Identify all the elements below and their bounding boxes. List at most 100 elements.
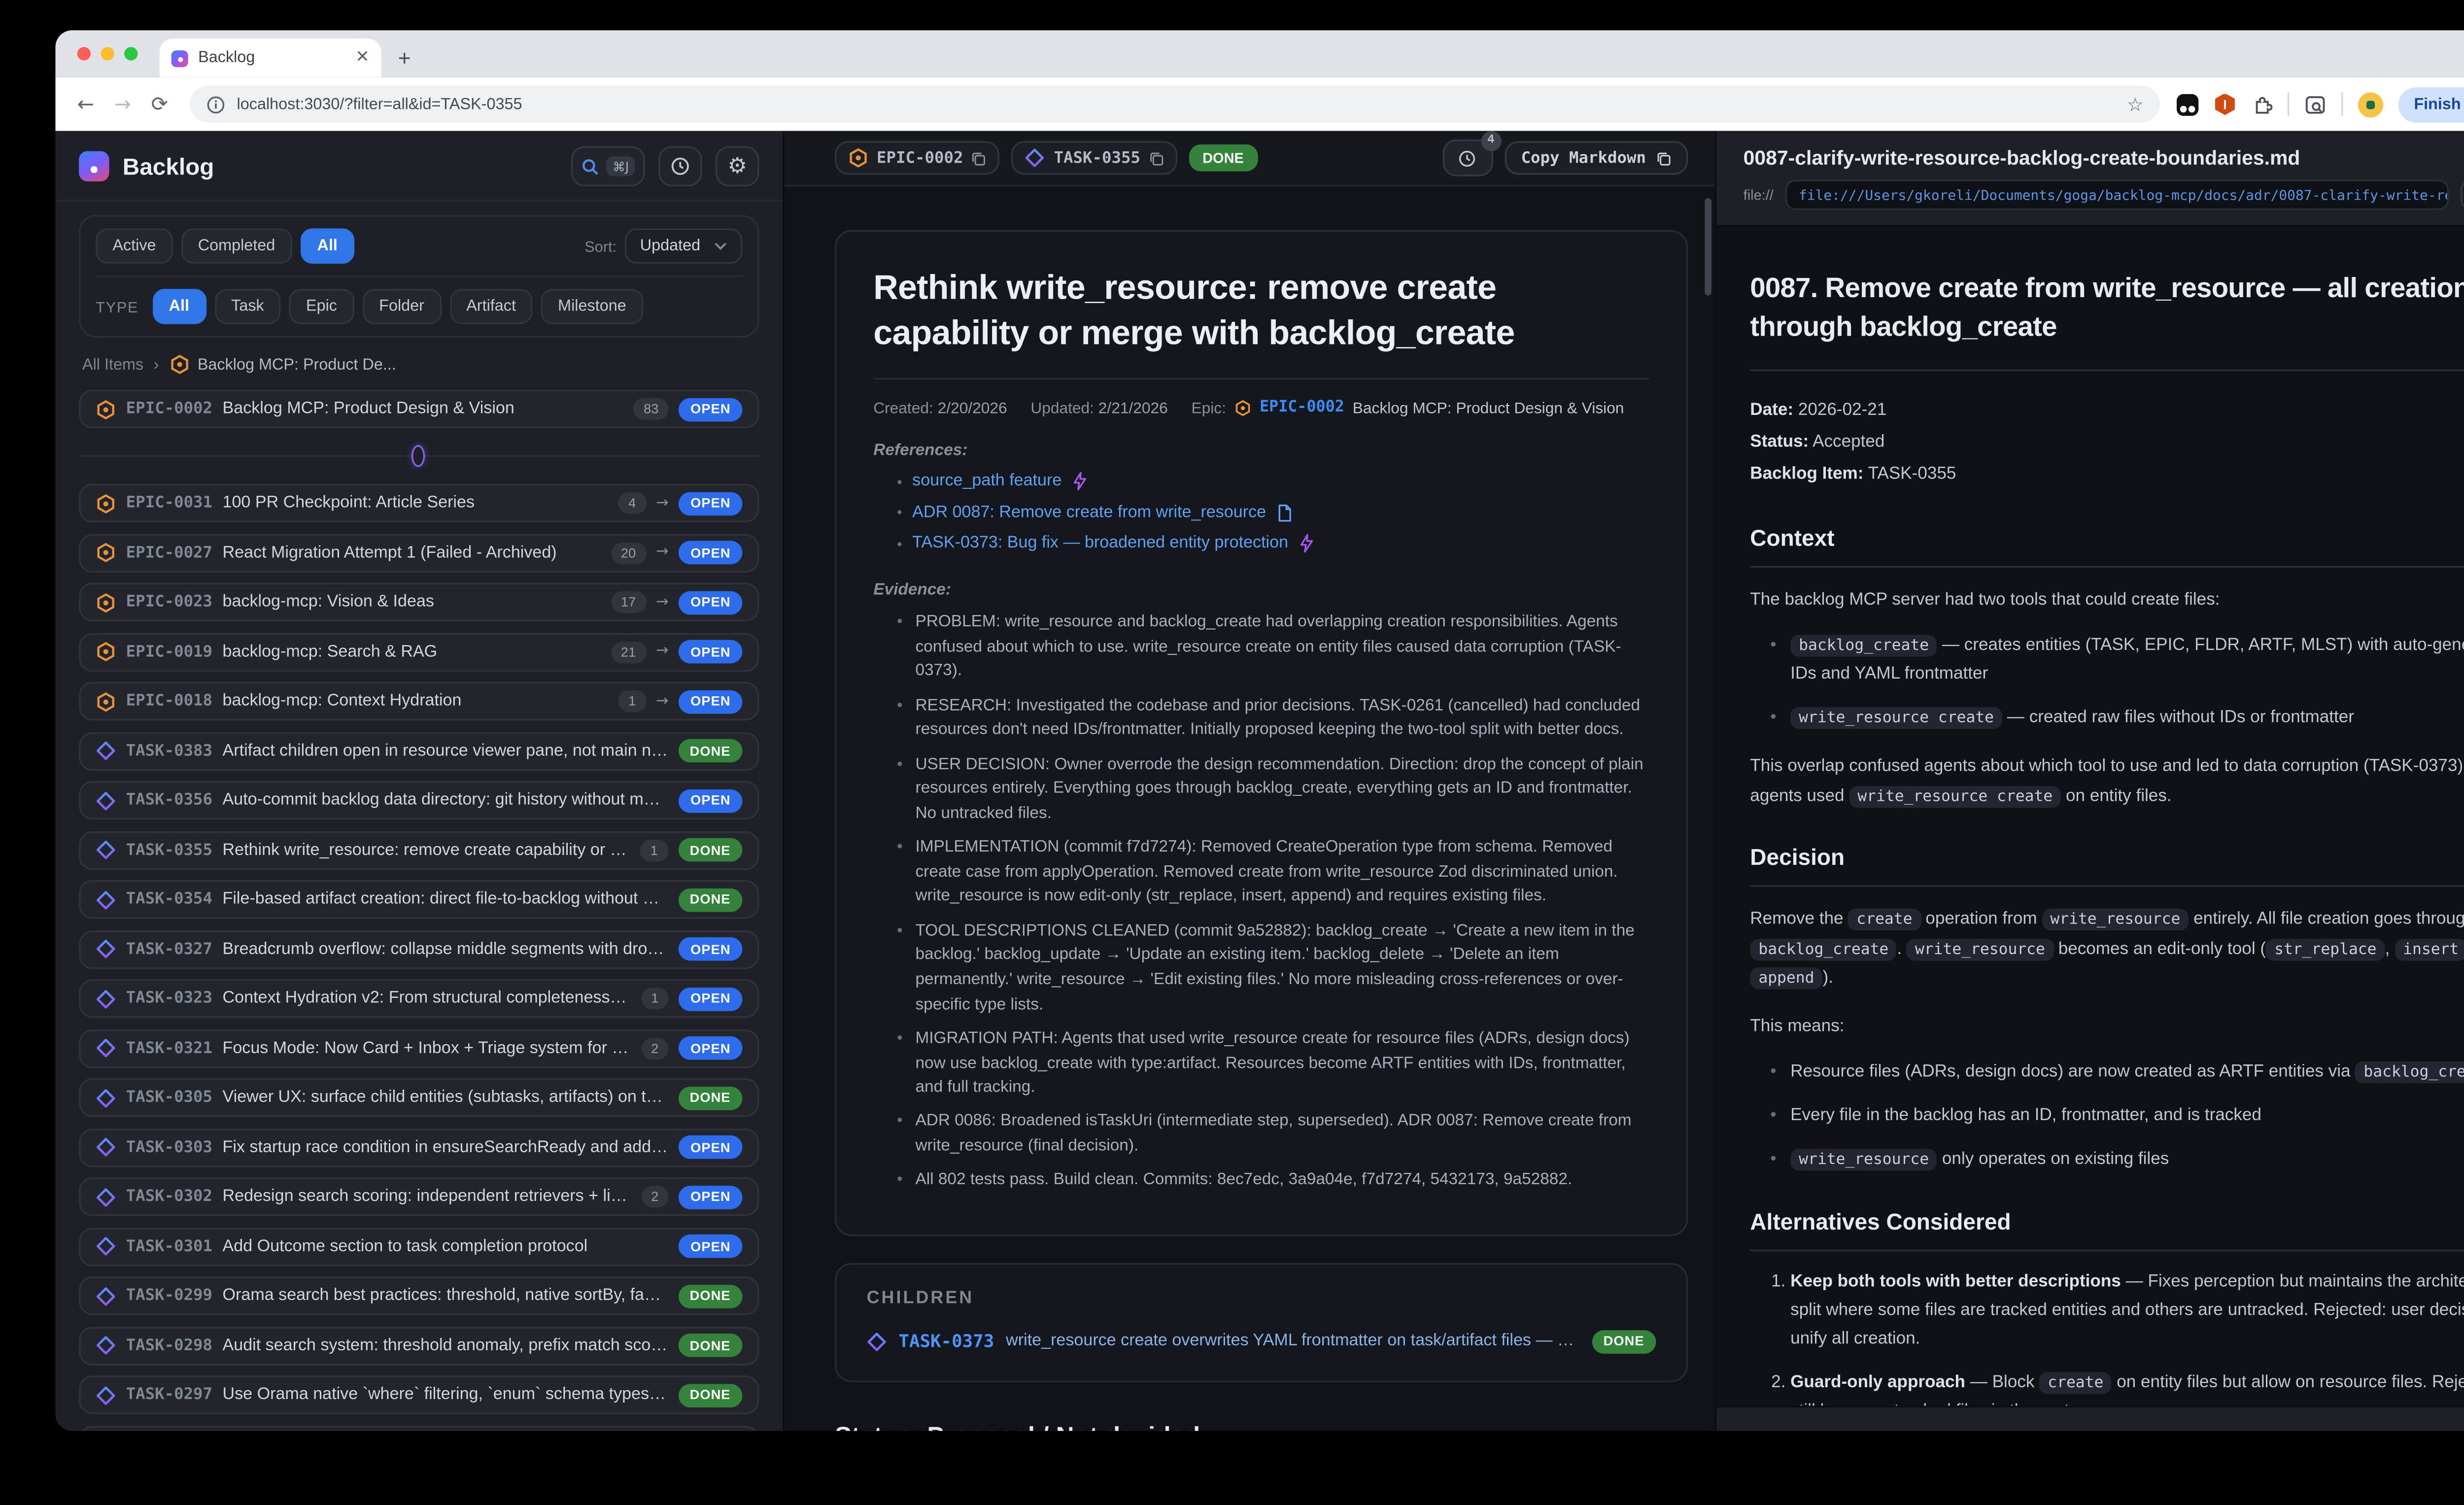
- type-filter-pill[interactable]: Task: [214, 289, 281, 324]
- reference-link[interactable]: source_path feature: [912, 472, 1061, 490]
- copy-url-button[interactable]: [2461, 180, 2464, 210]
- status-badge: DONE: [1592, 1330, 1656, 1353]
- task-diamond-icon: [96, 1335, 116, 1355]
- url-text[interactable]: localhost:3030/?filter=all&id=TASK-0355: [237, 95, 2116, 113]
- status-filter-pill[interactable]: Active: [96, 229, 172, 264]
- breadcrumb-current[interactable]: Backlog MCP: Product De...: [169, 354, 396, 375]
- reference-link[interactable]: TASK-0373: Bug fix — broadened entity pr…: [912, 534, 1288, 552]
- status-badge: DONE: [678, 1334, 743, 1357]
- backlog-item-row[interactable]: TASK-0356 Auto-commit backlog data direc…: [79, 781, 759, 820]
- extension-icon-2[interactable]: I: [2214, 93, 2236, 115]
- status-filter-pill[interactable]: All: [300, 229, 354, 264]
- references-label: References:: [873, 442, 1649, 460]
- type-filter-pill[interactable]: Artifact: [449, 289, 533, 324]
- detail-scroll-area[interactable]: Rethink write_resource: remove create ca…: [785, 186, 1715, 1431]
- backlog-item-row[interactable]: TASK-0355 Rethink write_resource: remove…: [79, 830, 759, 869]
- backlog-item-row[interactable]: TASK-0354 File-based artifact creation: …: [79, 880, 759, 919]
- copy-icon[interactable]: [1149, 150, 1164, 166]
- backlog-item-row[interactable]: EPIC-0023 backlog-mcp: Vision & Ideas 17…: [79, 583, 759, 621]
- backlog-item-row[interactable]: TASK-0327 Breadcrumb overflow: collapse …: [79, 929, 759, 968]
- copy-markdown-button[interactable]: Copy Markdown: [1504, 141, 1688, 174]
- section-bullet-list: Resource files (ADRs, design docs) are n…: [1770, 1060, 2464, 1176]
- child-task-row[interactable]: TASK-0373 write_resource create overwrit…: [867, 1330, 1656, 1353]
- reference-link[interactable]: ADR 0087: Remove create from write_resou…: [912, 503, 1266, 521]
- backlog-item-row[interactable]: TASK-0298 Audit search system: threshold…: [79, 1326, 759, 1365]
- sort-select[interactable]: Updated: [625, 229, 742, 264]
- type-filter-pill[interactable]: All: [152, 289, 206, 324]
- item-id: TASK-0305: [126, 1088, 212, 1106]
- file-scheme-label: file://: [1744, 186, 1774, 203]
- file-url-field[interactable]: file:///Users/gkoreli/Documents/goga/bac…: [1785, 180, 2449, 210]
- drill-in-arrow-icon[interactable]: →: [656, 594, 669, 611]
- backlog-item-row[interactable]: TASK-0303 Fix startup race condition in …: [79, 1128, 759, 1166]
- back-icon[interactable]: ←: [72, 92, 100, 116]
- browser-tab[interactable]: Backlog ✕: [160, 38, 381, 77]
- status-filter-pill[interactable]: Completed: [181, 229, 292, 264]
- resource-viewer-panel: 0087-clarify-write-resource-backlog-crea…: [1716, 131, 2464, 1431]
- traffic-light-zoom-button[interactable]: [124, 47, 137, 60]
- task-ref-chip[interactable]: TASK-0355: [1012, 141, 1177, 174]
- drill-in-arrow-icon[interactable]: →: [656, 544, 669, 561]
- new-tab-button[interactable]: +: [398, 45, 411, 70]
- history-button[interactable]: [658, 146, 702, 187]
- tab-close-icon[interactable]: ✕: [355, 50, 370, 67]
- scrollbar-thumb[interactable]: [1705, 198, 1711, 296]
- list-item: EPIC-0023 backlog-mcp: Vision & Ideas 17…: [79, 583, 759, 621]
- backlog-item-row[interactable]: EPIC-0018 backlog-mcp: Context Hydration…: [79, 682, 759, 720]
- item-id: EPIC-0019: [126, 643, 212, 661]
- backlog-item-row[interactable]: TASK-0323 Context Hydration v2: From str…: [79, 979, 759, 1018]
- backlog-item-row[interactable]: TASK-0296 Fix search ranking: "feature s…: [79, 1425, 759, 1431]
- drill-in-arrow-icon[interactable]: →: [656, 643, 669, 660]
- reload-icon[interactable]: ⟳: [146, 92, 173, 116]
- reference-item: TASK-0373: Bug fix — broadened entity pr…: [897, 534, 1649, 552]
- site-info-icon[interactable]: [206, 95, 225, 113]
- epic-ref-chip[interactable]: EPIC-0002: [835, 141, 1000, 174]
- traffic-light-close-button[interactable]: [77, 47, 91, 60]
- context-divider-handle[interactable]: [411, 444, 424, 466]
- forward-icon[interactable]: →: [109, 92, 137, 116]
- settings-button[interactable]: ⚙: [716, 146, 759, 187]
- type-filter-pill[interactable]: Epic: [289, 289, 354, 324]
- backlog-item-row[interactable]: EPIC-0019 backlog-mcp: Search & RAG 21 →…: [79, 632, 759, 671]
- finish-update-button[interactable]: Finish update ⋮: [2399, 87, 2464, 122]
- backlog-item-row[interactable]: EPIC-0027 React Migration Attempt 1 (Fai…: [79, 533, 759, 572]
- epic-link[interactable]: EPIC-0002: [1260, 398, 1344, 416]
- item-title: Use Orama native `where` filtering, `enu…: [223, 1386, 668, 1404]
- item-id: EPIC-0018: [126, 692, 212, 710]
- drill-in-arrow-icon[interactable]: →: [656, 693, 669, 710]
- child-task-id[interactable]: TASK-0373: [898, 1331, 994, 1351]
- task-markdown-body: Status: Proposal / Not decided Problem w…: [835, 1422, 1688, 1431]
- breadcrumb-root[interactable]: All Items: [82, 355, 143, 374]
- section-paragraph: Remove the create operation from write_r…: [1750, 905, 2464, 993]
- status-badge: OPEN: [679, 491, 742, 515]
- profile-avatar[interactable]: [2359, 92, 2384, 117]
- backlog-item-row[interactable]: TASK-0301 Add Outcome section to task co…: [79, 1227, 759, 1266]
- backlog-item-row[interactable]: TASK-0302 Redesign search scoring: indep…: [79, 1177, 759, 1216]
- backlog-item-row[interactable]: EPIC-0031 100 PR Checkpoint: Article Ser…: [79, 484, 759, 522]
- backlog-item-row[interactable]: TASK-0383 Artifact children open in reso…: [79, 731, 759, 770]
- backlog-item-row[interactable]: TASK-0305 Viewer UX: surface child entit…: [79, 1078, 759, 1117]
- status-badge: DONE: [678, 1284, 743, 1308]
- search-button[interactable]: ⌘J: [572, 146, 645, 187]
- history-button[interactable]: 4: [1442, 139, 1492, 176]
- type-filter-pill[interactable]: Folder: [362, 289, 441, 324]
- backlog-item-row[interactable]: EPIC-0002 Backlog MCP: Product Design & …: [79, 390, 759, 428]
- bookmark-star-icon[interactable]: ☆: [2127, 93, 2144, 115]
- extensions-puzzle-icon[interactable]: [2251, 93, 2273, 115]
- extension-icon-1[interactable]: [2177, 93, 2199, 115]
- item-id: TASK-0327: [126, 940, 212, 958]
- item-title: 100 PR Checkpoint: Article Series: [223, 494, 609, 512]
- copy-icon[interactable]: [972, 150, 987, 166]
- children-count-badge: 1: [641, 988, 669, 1009]
- type-filter-pill[interactable]: Milestone: [541, 289, 643, 324]
- traffic-light-minimize-button[interactable]: [101, 47, 114, 60]
- backlog-item-row[interactable]: TASK-0321 Focus Mode: Now Card + Inbox +…: [79, 1028, 759, 1067]
- chevron-down-icon: [714, 242, 727, 250]
- search-tabs-icon[interactable]: [2305, 93, 2327, 115]
- document-content[interactable]: 0087. Remove create from write_resource …: [1716, 227, 2464, 1406]
- item-title: backlog-mcp: Vision & Ideas: [223, 593, 601, 611]
- backlog-item-row[interactable]: TASK-0299 Orama search best practices: t…: [79, 1276, 759, 1315]
- address-bar[interactable]: localhost:3030/?filter=all&id=TASK-0355 …: [190, 86, 2160, 123]
- drill-in-arrow-icon[interactable]: →: [656, 495, 669, 512]
- backlog-item-row[interactable]: TASK-0297 Use Orama native `where` filte…: [79, 1375, 759, 1414]
